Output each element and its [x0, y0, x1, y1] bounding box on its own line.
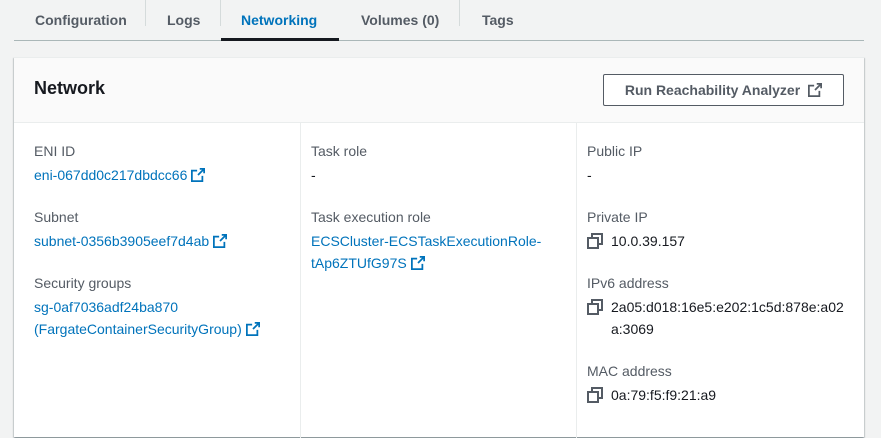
tab-configuration[interactable]: Configuration [14, 0, 146, 40]
public-ip-field: Public IP - [587, 141, 642, 186]
column-2: Task role - Task execution role ECSClust… [301, 123, 577, 438]
external-link-icon[interactable] [213, 234, 228, 248]
private-ip-label: Private IP [587, 209, 648, 225]
ipv6-label: IPv6 address [587, 275, 669, 291]
task-execution-role-link-line1[interactable]: ECSCluster-ECSTaskExecutionRole- [311, 230, 541, 252]
eni-label: ENI ID [34, 143, 76, 159]
private-ip-value: 10.0.39.157 [611, 233, 685, 249]
copy-icon[interactable] [587, 233, 603, 249]
external-link-icon [808, 83, 823, 97]
run-reachability-analyzer-button[interactable]: Run Reachability Analyzer [603, 74, 844, 106]
copy-icon[interactable] [587, 299, 603, 315]
button-label: Run Reachability Analyzer [624, 82, 801, 98]
panel-title: Network [34, 78, 106, 98]
column-3: Public IP - Private IP 10.0.39.157 IPv6 … [577, 123, 864, 438]
task-execution-role-label: Task execution role [311, 209, 431, 225]
security-group-link-line2[interactable]: (FargateContainerSecurityGroup) [34, 321, 242, 337]
security-groups-label: Security groups [34, 275, 132, 291]
public-ip-label: Public IP [587, 143, 643, 159]
external-link-icon[interactable] [245, 322, 260, 336]
subnet-link[interactable]: subnet-0356b3905eef7d4ab [34, 233, 209, 249]
tab-volumes[interactable]: Volumes (0) [339, 0, 460, 40]
security-group-link-line1[interactable]: sg-0af7036adf24ba870 [34, 296, 260, 318]
subnet-label: Subnet [34, 209, 79, 225]
mac-value: 0a:79:f5:f9:21:a9 [611, 387, 717, 403]
security-groups-field: Security groups sg-0af7036adf24ba870 (Fa… [34, 273, 260, 340]
eni-link[interactable]: eni-067dd0c217dbdcc66 [34, 167, 187, 183]
ipv6-value: 2a05:d018:16e5:e202:1c5d:878e:a02a:3069 [611, 299, 844, 337]
public-ip-value: - [587, 167, 592, 183]
ipv6-field: IPv6 address 2a05:d018:16e5:e202:1c5d:87… [587, 273, 855, 340]
task-execution-role-link-line2[interactable]: tAp6ZTUfG97S [311, 255, 407, 271]
mac-label: MAC address [587, 363, 672, 379]
tab-networking[interactable]: Networking [221, 0, 339, 41]
task-role-field: Task role - [311, 141, 367, 186]
external-link-icon[interactable] [191, 168, 206, 182]
subnet-field: Subnet subnet-0356b3905eef7d4ab [34, 207, 228, 252]
column-1: ENI ID eni-067dd0c217dbdcc66 Subnet subn… [14, 123, 301, 438]
task-role-value: - [311, 167, 316, 183]
task-execution-role-field: Task execution role ECSCluster-ECSTaskEx… [311, 207, 541, 274]
tab-logs[interactable]: Logs [146, 0, 221, 40]
copy-icon[interactable] [587, 387, 603, 403]
eni-field: ENI ID eni-067dd0c217dbdcc66 [34, 141, 206, 186]
network-panel: Network Run Reachability Analyzer ENI ID… [14, 57, 864, 438]
panel-header: Network Run Reachability Analyzer [14, 58, 864, 123]
tab-bar: Configuration Logs Networking Volumes (0… [14, 0, 864, 41]
tab-tags[interactable]: Tags [460, 0, 540, 40]
external-link-icon[interactable] [410, 256, 425, 270]
private-ip-field: Private IP 10.0.39.157 [587, 207, 855, 252]
mac-field: MAC address 0a:79:f5:f9:21:a9 [587, 361, 855, 406]
task-role-label: Task role [311, 143, 368, 159]
